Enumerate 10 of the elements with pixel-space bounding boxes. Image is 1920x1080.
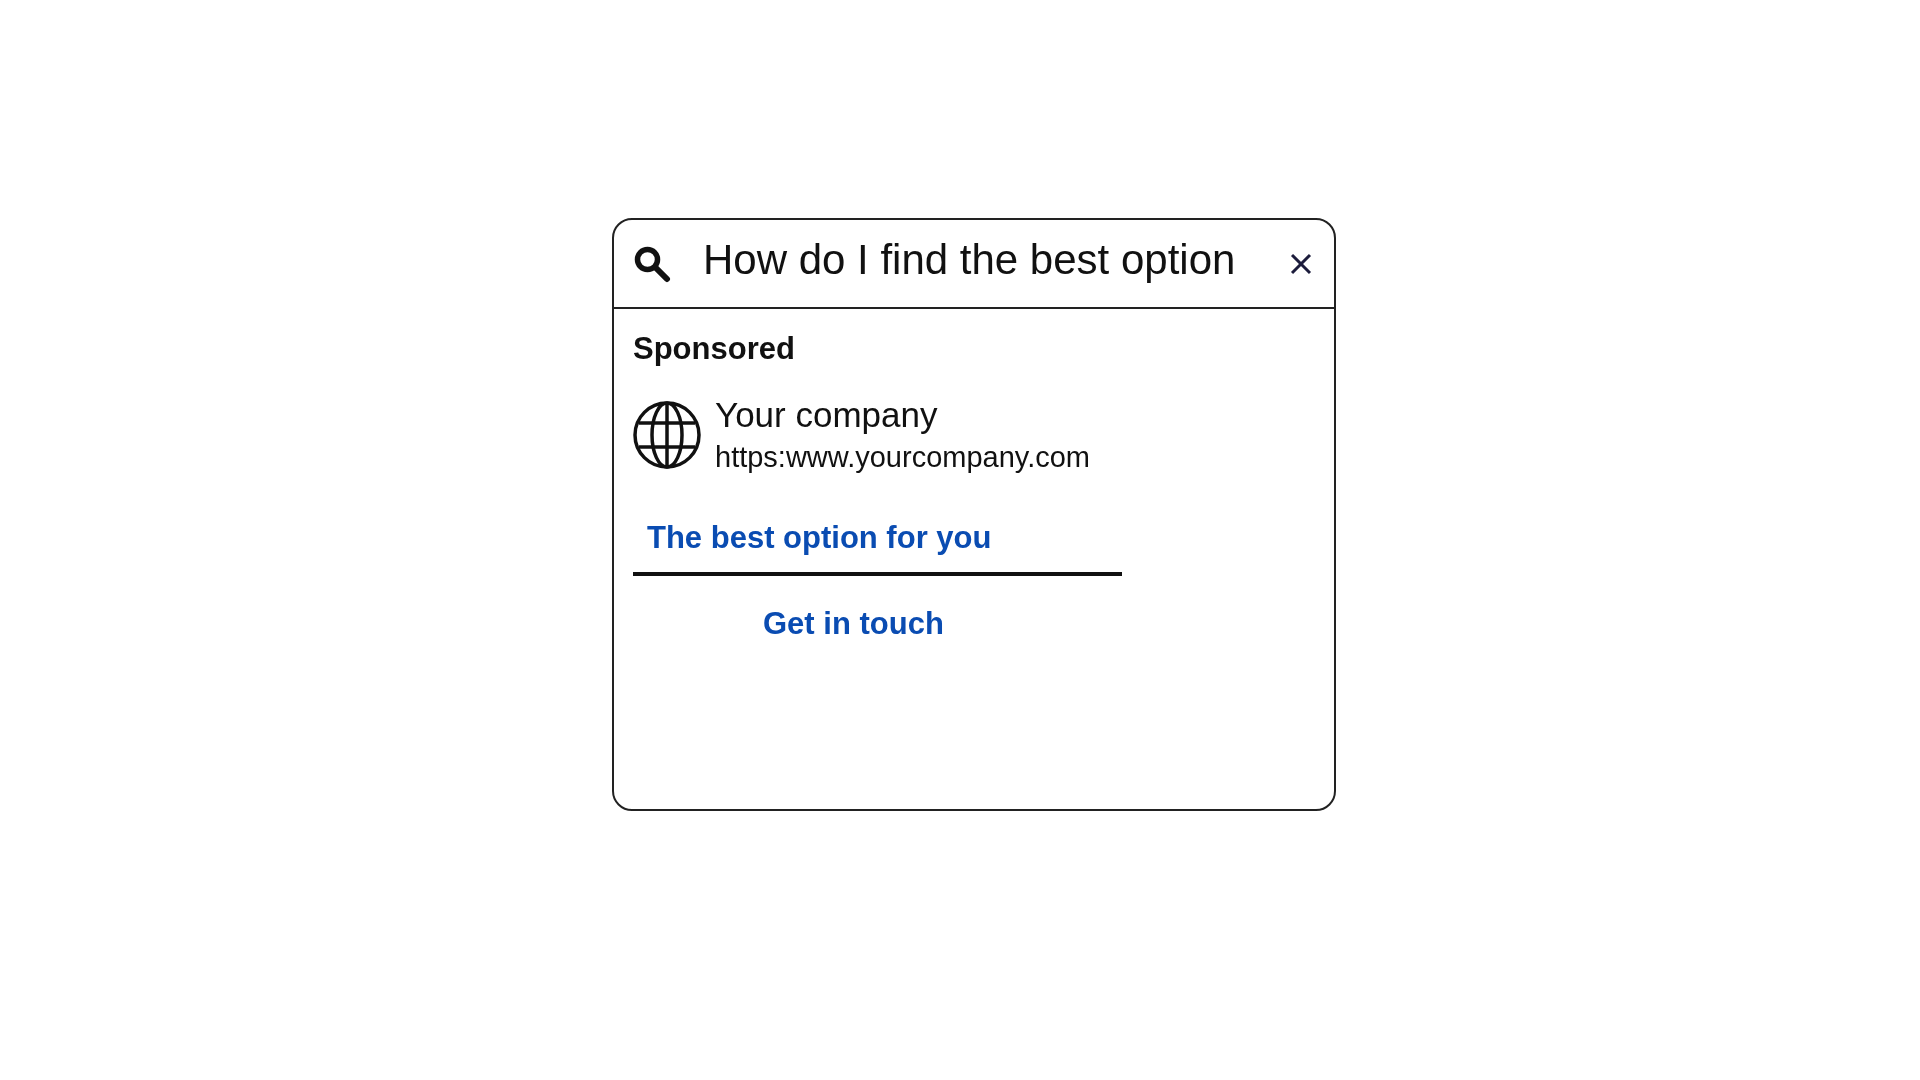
cta-link[interactable]: Get in touch bbox=[763, 606, 944, 641]
company-name: Your company bbox=[715, 395, 938, 435]
company-url: https:www.yourcompany.com bbox=[715, 441, 1090, 474]
headline-link[interactable]: The best option for you bbox=[647, 520, 992, 555]
search-input[interactable]: How do I find the best option bbox=[703, 233, 1274, 286]
search-icon bbox=[633, 244, 671, 283]
globe-icon bbox=[633, 400, 701, 469]
sponsored-label: Sponsored bbox=[633, 331, 795, 367]
clear-button[interactable] bbox=[1290, 252, 1312, 275]
close-icon bbox=[1290, 252, 1312, 275]
